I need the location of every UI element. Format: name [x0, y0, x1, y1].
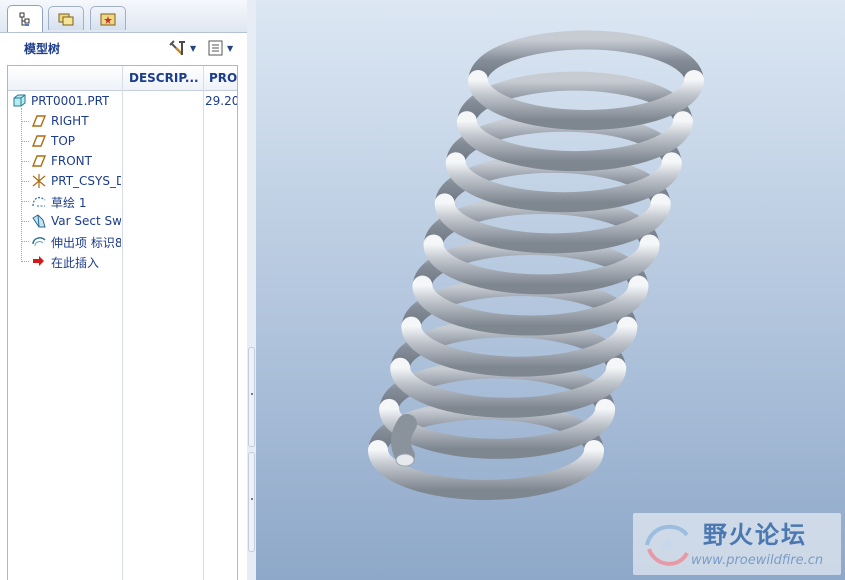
- spring-end-cap: [395, 453, 415, 467]
- splitter-grip[interactable]: [248, 347, 255, 447]
- datum-plane-icon: [31, 135, 47, 147]
- protrusion-icon: [32, 237, 46, 247]
- tree-item-label: PRT_CSYS_D: [51, 174, 121, 188]
- model-tree-tab[interactable]: [7, 5, 43, 32]
- favorites-tab[interactable]: [90, 6, 126, 30]
- model-tree-icon: [19, 12, 30, 26]
- model-tree: DESCRIP... PRO_ PRT0001.PRT 29.20: [7, 65, 238, 580]
- graphics-window[interactable]: [256, 0, 845, 580]
- sketch-icon: [32, 196, 46, 207]
- list-settings-icon: [208, 40, 223, 56]
- navigator-tab-bar: [0, 0, 247, 33]
- folder-browser-tab[interactable]: [48, 6, 84, 30]
- column-header-description[interactable]: DESCRIP...: [129, 71, 199, 85]
- tree-item-right[interactable]: RIGHT: [8, 111, 237, 131]
- tree-show-button[interactable]: ▼: [207, 38, 241, 58]
- column-header-pro[interactable]: PRO_: [209, 71, 237, 85]
- tree-item-label: RIGHT: [51, 114, 89, 128]
- chevron-down-icon: ▼: [190, 43, 197, 53]
- tree-item-pro-value: 29.20: [205, 94, 237, 108]
- tree-item-label: 草绘 1: [51, 196, 87, 210]
- tree-item-root-part[interactable]: PRT0001.PRT 29.20: [8, 91, 237, 111]
- tree-item-label: FRONT: [51, 154, 92, 168]
- tree-item-top[interactable]: TOP: [8, 131, 237, 151]
- watermark-title: 野火论坛: [703, 521, 807, 549]
- folder-browser-icon: [58, 13, 74, 25]
- model-tree-title: 模型树: [24, 42, 61, 56]
- chevron-down-icon: ▼: [227, 43, 234, 53]
- tree-item-label: Var Sect Swe: [51, 214, 121, 228]
- model-tree-header: 模型树 ▼ ▼: [0, 33, 247, 61]
- tree-item-insert-here[interactable]: 在此插入: [8, 251, 237, 271]
- tree-item-front[interactable]: FRONT: [8, 151, 237, 171]
- tree-settings-button[interactable]: ▼: [168, 38, 202, 58]
- model-tree-panel: 模型树 ▼ ▼ DESCRIP... PRO_: [0, 0, 248, 580]
- tree-item-var-sect-sweep[interactable]: Var Sect Swe: [8, 211, 237, 231]
- tree-item-label: 在此插入: [51, 256, 100, 270]
- watermark-logo: [645, 524, 689, 566]
- tree-item-sketch[interactable]: 草绘 1: [8, 191, 237, 211]
- tree-item-label: PRT0001.PRT: [31, 94, 110, 108]
- datum-plane-icon: [31, 115, 47, 127]
- tree-item-csys[interactable]: PRT_CSYS_D: [8, 171, 237, 191]
- datum-plane-icon: [31, 155, 47, 167]
- tree-item-label: 伸出项 标识8: [51, 236, 121, 250]
- favorites-folder-icon: [100, 13, 116, 25]
- part-icon: [13, 94, 26, 107]
- tree-item-label: TOP: [51, 134, 76, 148]
- csys-icon: [32, 174, 46, 188]
- panel-splitter[interactable]: [247, 0, 256, 580]
- tree-item-protrusion[interactable]: 伸出项 标识8: [8, 231, 237, 251]
- var-sect-sweep-icon: [32, 214, 46, 228]
- forum-watermark: 野火论坛 www.proewildfire.cn: [633, 513, 841, 575]
- insert-here-arrow-icon: [33, 256, 44, 266]
- spring-end: [391, 414, 417, 466]
- spring-model[interactable]: [256, 0, 845, 580]
- splitter-grip[interactable]: [248, 452, 255, 552]
- watermark-url: www.proewildfire.cn: [691, 553, 824, 568]
- tools-icon: [169, 40, 185, 55]
